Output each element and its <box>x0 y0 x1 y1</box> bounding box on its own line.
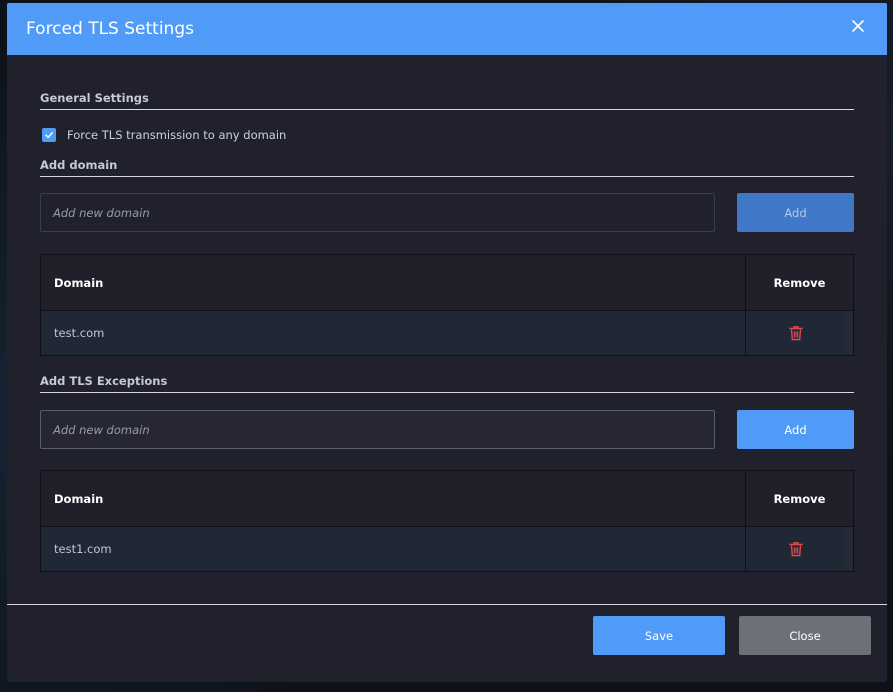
forced-tls-dialog: Forced TLS Settings General Settings For… <box>7 3 887 682</box>
exceptions-col-remove: Remove <box>773 491 826 506</box>
general-settings-title: General Settings <box>40 91 854 110</box>
exceptions-table: Domain Remove test1.com <box>40 470 854 572</box>
force-tls-row[interactable]: Force TLS transmission to any domain <box>42 128 286 142</box>
exceptions-table-header: Domain Remove <box>41 471 853 527</box>
tls-exception-placeholder: Add new domain <box>53 422 150 437</box>
close-button[interactable]: Close <box>739 616 871 655</box>
add-domain-title: Add domain <box>40 158 854 177</box>
dialog-header: Forced TLS Settings <box>7 3 887 55</box>
domains-table: Domain Remove test.com <box>40 254 854 356</box>
add-domain-placeholder: Add new domain <box>53 205 150 220</box>
trash-icon[interactable] <box>788 541 803 557</box>
footer-divider <box>7 604 887 605</box>
force-tls-checkbox[interactable] <box>42 128 56 142</box>
check-icon <box>45 132 53 139</box>
force-tls-label: Force TLS transmission to any domain <box>67 128 287 142</box>
save-button[interactable]: Save <box>593 616 725 655</box>
tls-exception-input[interactable]: Add new domain <box>40 410 715 449</box>
remove-cell <box>746 311 853 355</box>
trash-icon[interactable] <box>788 325 803 341</box>
add-domain-input[interactable]: Add new domain <box>40 193 715 232</box>
close-icon[interactable] <box>849 17 867 35</box>
domain-cell: test1.com <box>41 527 746 571</box>
remove-cell <box>746 527 853 571</box>
domains-col-domain: Domain <box>41 255 746 310</box>
table-row: test1.com <box>41 527 853 571</box>
add-exception-button[interactable]: Add <box>737 410 854 449</box>
table-row: test.com <box>41 311 853 355</box>
domains-col-remove: Remove <box>773 275 826 290</box>
domains-table-header: Domain Remove <box>41 255 853 311</box>
tls-exceptions-title: Add TLS Exceptions <box>40 374 854 393</box>
exceptions-col-domain: Domain <box>41 471 746 526</box>
add-domain-button[interactable]: Add <box>737 193 854 232</box>
domain-cell: test.com <box>41 311 746 355</box>
dialog-title: Forced TLS Settings <box>26 19 194 39</box>
